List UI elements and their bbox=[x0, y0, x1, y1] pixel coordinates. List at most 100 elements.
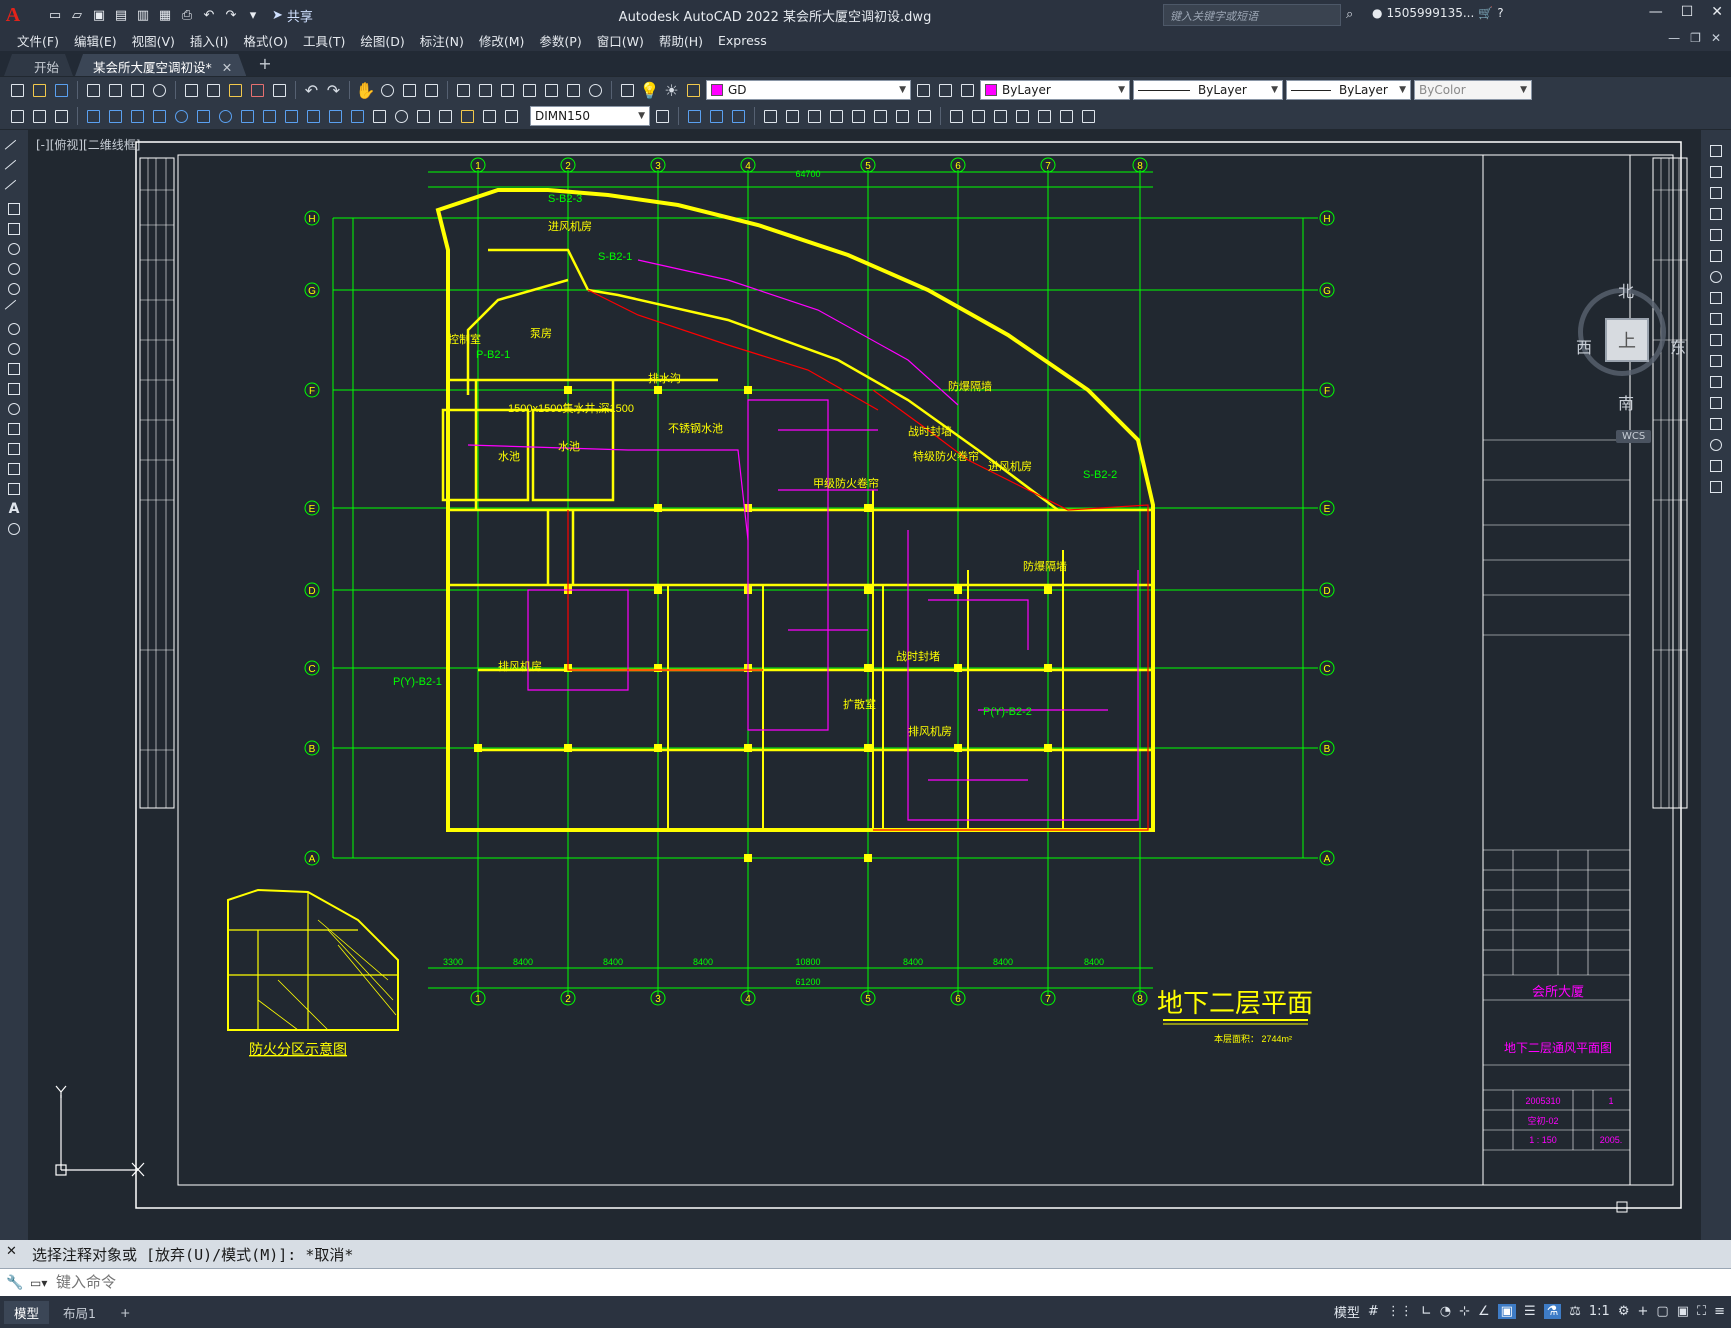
gradient-icon[interactable] bbox=[6, 440, 23, 457]
extend-icon[interactable] bbox=[1708, 352, 1725, 369]
spline-icon[interactable] bbox=[4, 299, 24, 318]
zoom-realtime-icon[interactable] bbox=[378, 81, 397, 100]
clip-icon[interactable] bbox=[827, 107, 846, 126]
isolate-icon[interactable] bbox=[1035, 107, 1054, 126]
doc-minimize-icon[interactable]: — bbox=[1668, 31, 1680, 45]
menu-view[interactable]: 视图(V) bbox=[129, 31, 187, 50]
doc-close-icon[interactable]: ✕ bbox=[1711, 31, 1721, 45]
close-icon[interactable]: ✕ bbox=[1711, 4, 1723, 20]
linetype-select[interactable]: ByLayer ▼ bbox=[1133, 80, 1283, 100]
viewcube-top-face[interactable]: 上 bbox=[1605, 318, 1649, 362]
send-back-icon[interactable] bbox=[729, 107, 748, 126]
menu-parametric[interactable]: 参数(P) bbox=[536, 31, 593, 50]
table-icon[interactable] bbox=[6, 480, 23, 497]
menu-edit[interactable]: 编辑(E) bbox=[71, 31, 129, 50]
array-icon[interactable] bbox=[1708, 226, 1725, 243]
attach-icon[interactable] bbox=[805, 107, 824, 126]
settings-gear-icon[interactable]: ⚙ bbox=[1618, 1304, 1630, 1319]
zoom-window-icon[interactable] bbox=[400, 81, 419, 100]
make-block-icon[interactable] bbox=[6, 380, 23, 397]
help-icon[interactable] bbox=[586, 81, 605, 100]
ellipse-arc-icon[interactable] bbox=[6, 340, 23, 357]
add-selected-icon[interactable] bbox=[6, 520, 23, 537]
redo-icon[interactable]: ↷ bbox=[324, 81, 343, 100]
save-web-icon[interactable]: ▦ bbox=[156, 6, 174, 24]
redo-icon[interactable]: ↷ bbox=[222, 6, 240, 24]
save-as-icon[interactable]: ▤ bbox=[112, 6, 130, 24]
polygon-icon[interactable] bbox=[6, 200, 23, 217]
annotate-icon[interactable] bbox=[1079, 107, 1098, 126]
command-input[interactable] bbox=[56, 1274, 1556, 1291]
lineweight-icon[interactable]: ☰ bbox=[1524, 1304, 1536, 1319]
insert-block-icon[interactable] bbox=[761, 107, 780, 126]
menu-help[interactable]: 帮助(H) bbox=[656, 31, 715, 50]
tolerance-icon[interactable] bbox=[370, 107, 389, 126]
linear-dimension-icon[interactable] bbox=[84, 107, 103, 126]
plus-icon[interactable]: + bbox=[1637, 1304, 1648, 1319]
dimension-edit-icon[interactable] bbox=[458, 107, 477, 126]
viewcube-south[interactable]: 南 bbox=[1618, 390, 1634, 414]
tab-layout1[interactable]: 布局1 bbox=[53, 1301, 106, 1324]
tab-close-icon[interactable]: ✕ bbox=[222, 60, 232, 75]
share-button[interactable]: ➤ 共享 bbox=[272, 6, 313, 25]
units-icon[interactable]: ▢ bbox=[1656, 1304, 1668, 1319]
quick-dimension-icon[interactable] bbox=[260, 107, 279, 126]
undo-icon[interactable]: ↶ bbox=[200, 6, 218, 24]
aligned-dimension-icon[interactable] bbox=[106, 107, 125, 126]
cut-icon[interactable] bbox=[182, 81, 201, 100]
minimize-icon[interactable]: — bbox=[1649, 4, 1663, 20]
plot-preview-icon[interactable] bbox=[106, 81, 125, 100]
ellipse-icon[interactable] bbox=[6, 320, 23, 337]
join-icon[interactable] bbox=[1708, 394, 1725, 411]
plot-icon[interactable]: ⎙ bbox=[178, 6, 196, 24]
revision-cloud-icon[interactable] bbox=[6, 280, 23, 297]
layer-states-icon[interactable] bbox=[958, 81, 977, 100]
viewcube-north[interactable]: 北 bbox=[1618, 278, 1634, 302]
open-icon[interactable] bbox=[30, 81, 49, 100]
rotate-icon[interactable] bbox=[1708, 268, 1725, 285]
pan-icon[interactable]: ✋ bbox=[356, 81, 376, 100]
group-select-icon[interactable] bbox=[1013, 107, 1032, 126]
draw-order-icon[interactable] bbox=[685, 107, 704, 126]
radius-icon[interactable] bbox=[172, 107, 191, 126]
fillet-icon[interactable] bbox=[1708, 436, 1725, 453]
dimension-text-edit-icon[interactable] bbox=[480, 107, 499, 126]
grid-icon[interactable]: # bbox=[1368, 1304, 1379, 1319]
menu-window[interactable]: 窗口(W) bbox=[594, 31, 656, 50]
markup-icon[interactable] bbox=[542, 81, 561, 100]
menu-tools[interactable]: 工具(T) bbox=[300, 31, 357, 50]
jogged-icon[interactable] bbox=[194, 107, 213, 126]
model-space-button[interactable]: 模型 bbox=[1334, 1302, 1360, 1321]
dimstyle-select[interactable]: DIMN150 ▼ bbox=[530, 106, 650, 126]
color-select[interactable]: ByLayer ▼ bbox=[980, 80, 1130, 100]
dimension-style-icon[interactable] bbox=[653, 107, 672, 126]
dimension-update-icon[interactable] bbox=[502, 107, 521, 126]
close-command-icon[interactable]: ✕ bbox=[6, 1244, 17, 1259]
copy-icon[interactable] bbox=[204, 81, 223, 100]
osnap-tracking-icon[interactable]: ⊹ bbox=[1459, 1304, 1470, 1319]
point-icon[interactable] bbox=[6, 400, 23, 417]
osnap-icon[interactable]: ▣ bbox=[1497, 1304, 1516, 1319]
sheet-set-icon[interactable] bbox=[520, 81, 539, 100]
user-account[interactable]: ● 1505999135... 🛒? bbox=[1372, 6, 1504, 20]
menu-draw[interactable]: 绘图(D) bbox=[357, 31, 416, 50]
new-file-icon[interactable]: ▭ bbox=[46, 6, 64, 24]
group-icon[interactable] bbox=[947, 107, 966, 126]
search-input[interactable]: 键入关键字或短语 bbox=[1163, 4, 1341, 26]
workspace-icon[interactable] bbox=[8, 107, 27, 126]
properties-icon[interactable] bbox=[454, 81, 473, 100]
make-block-icon[interactable] bbox=[783, 107, 802, 126]
open-web-icon[interactable]: ▥ bbox=[134, 6, 152, 24]
ortho-icon[interactable]: ∟ bbox=[1421, 1304, 1432, 1319]
circle-icon[interactable] bbox=[6, 260, 23, 277]
doc-restore-icon[interactable]: ❐ bbox=[1690, 31, 1701, 45]
bring-front-icon[interactable] bbox=[707, 107, 726, 126]
layer-select[interactable]: GD ▼ bbox=[706, 80, 911, 100]
snap-icon[interactable]: ⋮⋮ bbox=[1387, 1304, 1413, 1319]
tab-drawing[interactable]: 某会所大厦空调初设* ✕ bbox=[75, 54, 246, 76]
auto-scale-icon[interactable]: ⚖ bbox=[1569, 1304, 1581, 1319]
new-icon[interactable] bbox=[8, 81, 27, 100]
region-icon[interactable] bbox=[6, 460, 23, 477]
dimension-space-icon[interactable] bbox=[326, 107, 345, 126]
fullscreen-icon[interactable]: ⛶ bbox=[1697, 1304, 1706, 1319]
